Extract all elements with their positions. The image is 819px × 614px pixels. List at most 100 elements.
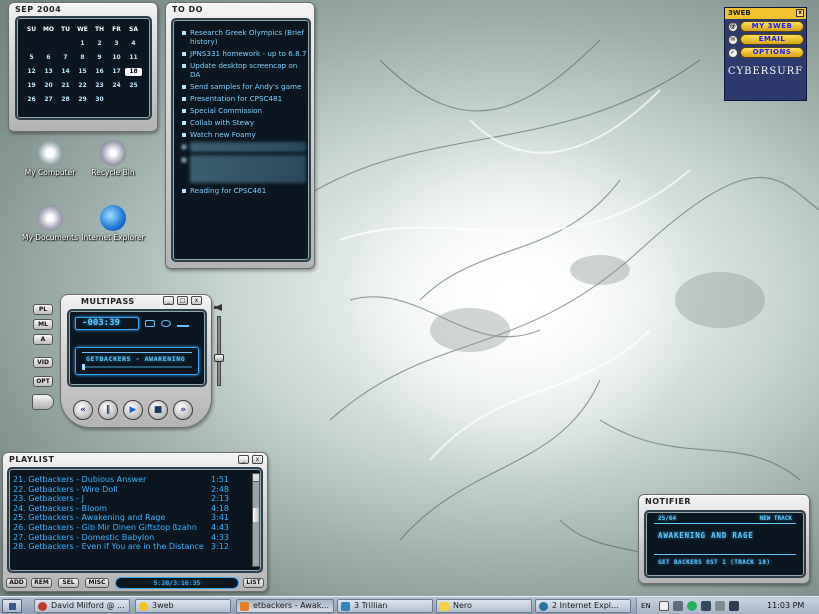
task-button-trillian-chat[interactable]: David Milford @ ... xyxy=(34,599,130,613)
playlist-toggle-button[interactable]: PL xyxy=(33,304,53,315)
calendar-date-cell[interactable]: 1 xyxy=(74,40,91,48)
speaker-icon[interactable] xyxy=(701,601,711,611)
calendar-date-cell[interactable]: 18 xyxy=(125,68,142,76)
calendar-date-cell[interactable]: 13 xyxy=(40,68,57,76)
calendar-date-cell[interactable]: 26 xyxy=(23,96,40,104)
calendar-date-cell[interactable]: 28 xyxy=(57,96,74,104)
seek-bar[interactable] xyxy=(82,364,192,370)
display-icon[interactable] xyxy=(715,601,725,611)
a-button[interactable]: A xyxy=(33,334,53,345)
desktop-icon-my-documents[interactable]: My Documents xyxy=(18,205,82,242)
calendar-date-cell[interactable]: 14 xyxy=(57,68,74,76)
task-button-player[interactable]: etbackers - Awak... xyxy=(236,599,334,613)
select-button[interactable]: SEL xyxy=(58,578,79,588)
next-button[interactable]: » xyxy=(173,400,193,420)
options-button[interactable]: ✓ OPTIONS xyxy=(728,47,804,58)
desktop-icon-internet-explorer[interactable]: Internet Explorer xyxy=(81,205,145,242)
start-button[interactable] xyxy=(2,599,22,613)
close-button[interactable]: x xyxy=(191,296,202,305)
desktop-icon-my-computer[interactable]: My Computer xyxy=(18,140,82,177)
todo-item[interactable]: Update desktop screencap on DA xyxy=(181,61,309,79)
todo-item[interactable]: JPNS331 homework - up to 6.8.7 xyxy=(181,49,309,58)
calendar-date-cell[interactable]: 4 xyxy=(125,40,142,48)
calendar-date-cell[interactable]: 5 xyxy=(23,54,40,62)
playlist-row[interactable]: 22. Getbackers - Wire Doll 2:48 xyxy=(13,485,249,495)
calendar-date-cell[interactable]: 6 xyxy=(40,54,57,62)
calendar-date-cell[interactable]: 25 xyxy=(125,82,142,90)
media-library-button[interactable]: ML xyxy=(33,319,53,330)
maximize-button[interactable]: □ xyxy=(177,296,188,305)
minimize-button[interactable]: _ xyxy=(163,296,174,305)
todo-item[interactable] xyxy=(182,142,306,152)
playlist-row[interactable]: 24. Getbackers - Bloom 4:18 xyxy=(13,504,249,514)
email-button[interactable]: ✉ EMAIL xyxy=(728,34,804,45)
list-button[interactable]: LIST xyxy=(243,578,264,588)
misc-button[interactable]: MISC xyxy=(85,578,109,588)
todo-item[interactable] xyxy=(182,155,306,183)
todo-item[interactable]: Presentation for CPSC481 xyxy=(181,94,309,103)
task-button-nero[interactable]: Nero xyxy=(436,599,532,613)
scroll-thumb[interactable] xyxy=(253,508,259,522)
clock[interactable]: 11:03 PM xyxy=(767,600,817,610)
calendar-date-cell[interactable]: 19 xyxy=(23,82,40,90)
calendar-date-cell[interactable]: 12 xyxy=(23,68,40,76)
my-3web-button[interactable]: @ MY 3WEB xyxy=(728,21,804,32)
play-button[interactable]: ▶ xyxy=(123,400,143,420)
opt-button[interactable]: OPT xyxy=(33,376,53,387)
scroll-up-arrow[interactable] xyxy=(253,474,259,482)
calendar-date-cell[interactable]: 10 xyxy=(108,54,125,62)
playlist-row[interactable]: 23. Getbackers - J 2:13 xyxy=(13,494,249,504)
language-indicator[interactable]: EN xyxy=(641,601,655,611)
calendar-date-cell[interactable]: 17 xyxy=(108,68,125,76)
calendar-date-cell[interactable]: 11 xyxy=(125,54,142,62)
calendar-date-cell[interactable]: 22 xyxy=(74,82,91,90)
web3-close-button[interactable]: x xyxy=(796,9,804,17)
calendar-date-cell[interactable]: 9 xyxy=(91,54,108,62)
todo-item[interactable]: Collab with Stewy xyxy=(181,118,309,127)
todo-item[interactable]: Watch new Foamy xyxy=(181,130,309,139)
calendar-date-cell[interactable]: 24 xyxy=(108,82,125,90)
repeat-icon[interactable] xyxy=(161,320,171,327)
playlist-close-button[interactable]: x xyxy=(252,455,263,464)
calendar-date-cell[interactable]: 16 xyxy=(91,68,108,76)
eq-icon[interactable] xyxy=(177,320,189,327)
desktop-icon-recycle-bin[interactable]: Recycle Bin xyxy=(81,140,145,177)
volume-knob[interactable] xyxy=(214,354,224,362)
calendar-date-cell[interactable]: 20 xyxy=(40,82,57,90)
eject-tab[interactable] xyxy=(32,394,54,410)
calendar-date-cell[interactable]: 15 xyxy=(74,68,91,76)
playlist-row[interactable]: 27. Getbackers - Domestic Babylon 4:33 xyxy=(13,533,249,543)
todo-item[interactable]: Special Commission xyxy=(181,106,309,115)
seek-knob[interactable] xyxy=(82,364,85,370)
remove-button[interactable]: REM xyxy=(31,578,52,588)
add-button[interactable]: ADD xyxy=(6,578,27,588)
calendar-date-cell[interactable]: 8 xyxy=(74,54,91,62)
volume-slider[interactable] xyxy=(214,304,224,388)
task-button-trillian[interactable]: 3 Trillian xyxy=(337,599,433,613)
calendar-date-cell[interactable]: 27 xyxy=(40,96,57,104)
calendar-date-cell[interactable]: 23 xyxy=(91,82,108,90)
previous-button[interactable]: « xyxy=(73,400,93,420)
playlist-row[interactable]: 28. Getbackers - Even if You are in the … xyxy=(13,542,249,552)
playlist-scrollbar[interactable] xyxy=(252,473,260,567)
calendar-date-cell[interactable]: 3 xyxy=(108,40,125,48)
stop-button[interactable]: ■ xyxy=(148,400,168,420)
playlist-row[interactable]: 21. Getbackers - Dubious Answer 1:51 xyxy=(13,475,249,485)
task-button-internet-explorer[interactable]: 2 Internet Expl... xyxy=(535,599,631,613)
help-icon[interactable] xyxy=(659,601,669,611)
playlist-row[interactable]: 26. Getbackers - Gib Mir Dinen Giftstop … xyxy=(13,523,249,533)
shuffle-icon[interactable] xyxy=(145,320,155,327)
calendar-date-cell[interactable]: 29 xyxy=(74,96,91,104)
playlist-row[interactable]: 25. Getbackers - Awakening and Rage 3:41 xyxy=(13,513,249,523)
playlist-minimize-button[interactable]: _ xyxy=(238,455,249,464)
calendar-date-cell[interactable]: 21 xyxy=(57,82,74,90)
network-icon[interactable] xyxy=(673,601,683,611)
pause-button[interactable]: ‖ xyxy=(98,400,118,420)
todo-item[interactable]: Send samples for Andy's game xyxy=(181,82,309,91)
calendar-date-cell[interactable]: 2 xyxy=(91,40,108,48)
calendar-date-cell[interactable]: 7 xyxy=(57,54,74,62)
todo-item[interactable]: Research Greek Olympics (Brief history) xyxy=(181,28,309,46)
todo-item[interactable]: Reading for CPSC461 xyxy=(181,186,309,195)
task-button-3web[interactable]: 3web xyxy=(135,599,231,613)
vid-button[interactable]: VID xyxy=(33,357,53,368)
